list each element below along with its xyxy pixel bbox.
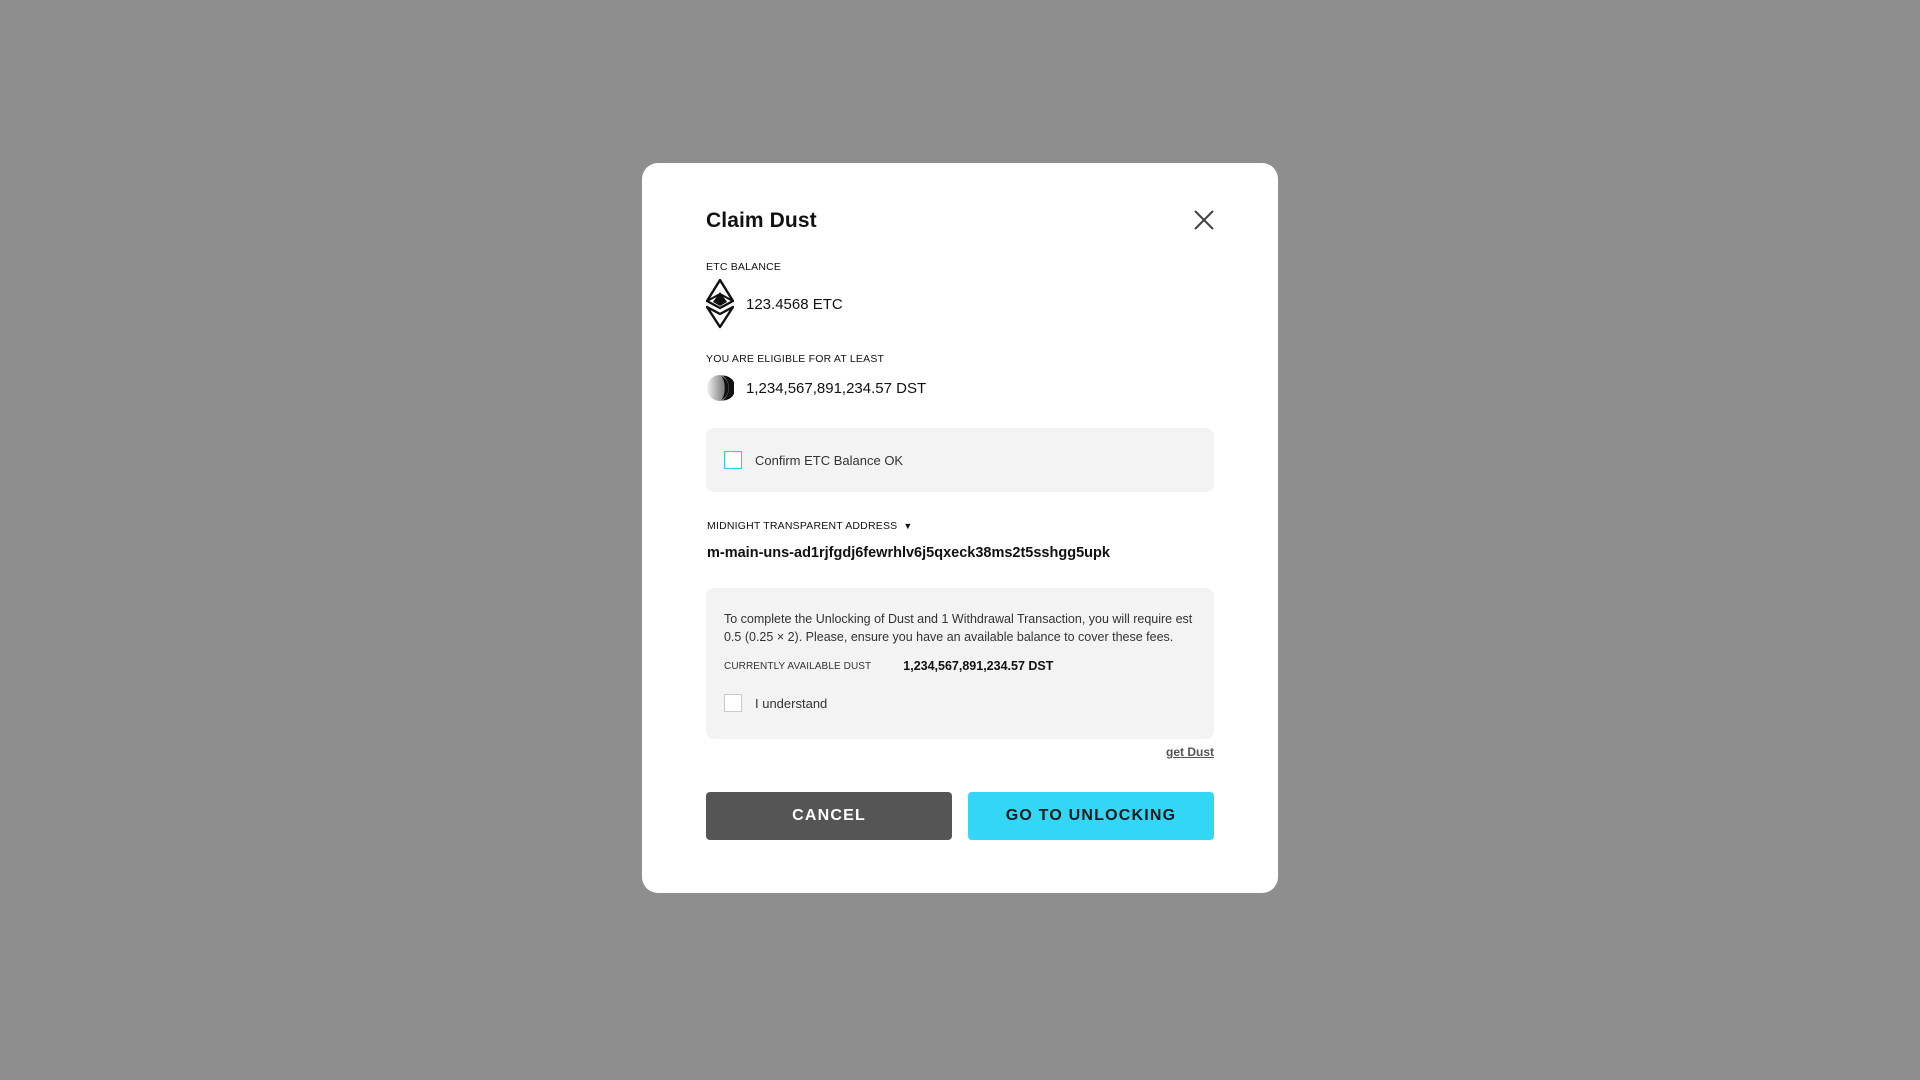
- available-dust-label: CURRENTLY AVAILABLE DUST: [724, 660, 872, 672]
- fee-notice-panel: To complete the Unlocking of Dust and 1 …: [706, 588, 1214, 739]
- caret-down-icon[interactable]: ▼: [903, 521, 912, 531]
- etc-balance-label: ETC BALANCE: [706, 261, 782, 273]
- etc-balance-value: 123.4568 ETC: [746, 295, 843, 313]
- dust-eligible-value: 1,234,567,891,234.57 DST: [746, 379, 927, 397]
- eligible-label: YOU ARE ELIGIBLE FOR AT LEAST: [706, 353, 885, 365]
- modal-title: Claim Dust: [706, 209, 817, 232]
- claim-dust-modal: Claim Dust ETC BALANCE 123.4568 ETC YOU …: [642, 163, 1278, 893]
- available-dust-row: CURRENTLY AVAILABLE DUST 1,234,567,891,2…: [724, 659, 1196, 673]
- dust-token-icon: [707, 375, 734, 401]
- cancel-button[interactable]: CANCEL: [706, 792, 952, 840]
- confirm-etc-label[interactable]: Confirm ETC Balance OK: [755, 453, 903, 468]
- available-dust-value: 1,234,567,891,234.57 DST: [903, 659, 1054, 673]
- address-type-label[interactable]: MIDNIGHT TRANSPARENT ADDRESS: [707, 520, 897, 532]
- etc-balance-row: 123.4568 ETC: [706, 279, 843, 329]
- address-type-dropdown[interactable]: MIDNIGHT TRANSPARENT ADDRESS ▼: [707, 520, 912, 532]
- go-to-unlocking-button[interactable]: GO TO UNLOCKING: [968, 792, 1214, 840]
- address-value: m-main-uns-ad1rjfgdj6fewrhlv6j5qxeck38ms…: [707, 545, 1110, 561]
- dust-eligible-row: 1,234,567,891,234.57 DST: [706, 374, 926, 402]
- understand-label[interactable]: I understand: [755, 696, 827, 711]
- understand-row: I understand: [724, 694, 1196, 712]
- confirm-etc-checkbox[interactable]: [724, 451, 742, 469]
- ethereum-classic-icon: [706, 279, 734, 329]
- fee-notice-text: To complete the Unlocking of Dust and 1 …: [724, 612, 1193, 644]
- understand-checkbox[interactable]: [724, 694, 742, 712]
- close-icon[interactable]: [1192, 208, 1216, 232]
- close-button[interactable]: [1192, 208, 1216, 232]
- confirm-etc-panel: Confirm ETC Balance OK: [706, 428, 1214, 492]
- get-dust-link[interactable]: get Dust: [1166, 745, 1214, 759]
